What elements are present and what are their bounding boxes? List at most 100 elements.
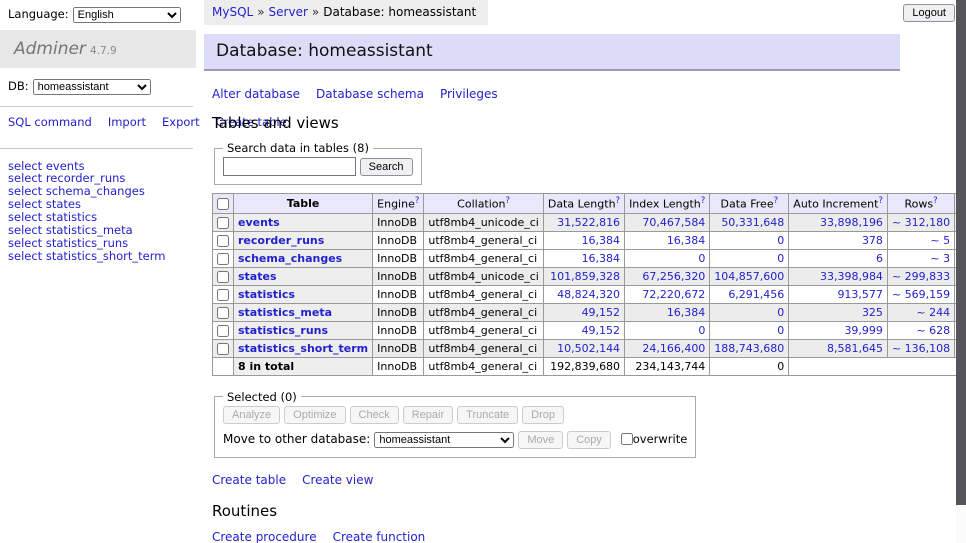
data-length-link[interactable]: 49,152 [582,306,621,319]
index-length-link[interactable]: 16,384 [667,306,706,319]
sidebar-select-statistics-runs[interactable]: select statistics_runs [8,237,200,250]
data-free-link[interactable]: 50,331,648 [721,216,784,229]
row-checkbox[interactable] [217,343,229,355]
data-length-link[interactable]: 31,522,816 [557,216,620,229]
rows-link[interactable]: ~ 628 [916,324,950,337]
help-link[interactable]: ? [701,196,706,206]
help-link[interactable]: ? [616,196,621,206]
index-length-link[interactable]: 0 [698,324,705,337]
rows-link[interactable]: ~ 136,108 [892,342,950,355]
auto-increment-link[interactable]: 33,398,984 [820,270,883,283]
row-checkbox[interactable] [217,325,229,337]
check-button[interactable]: Check [350,406,399,424]
table-name-link[interactable]: events [238,216,280,229]
search-input[interactable] [223,157,356,176]
table-name-link[interactable]: statistics_meta [238,306,332,319]
collation-cell: utf8mb4_general_ci [424,249,543,267]
rows-link[interactable]: ~ 244 [916,306,950,319]
row-checkbox[interactable] [217,307,229,319]
data-length-link[interactable]: 48,824,320 [557,288,620,301]
sidebar-action-import[interactable]: Import [108,115,146,129]
link-create-view[interactable]: Create view [302,473,373,487]
table-name-link[interactable]: schema_changes [238,252,342,265]
move-db-select[interactable]: homeassistant [374,432,514,448]
data-free-link[interactable]: 0 [777,252,784,265]
table-name-link[interactable]: statistics_runs [238,324,328,337]
row-checkbox[interactable] [217,271,229,283]
table-name-link[interactable]: recorder_runs [238,234,324,247]
link-alter-database[interactable]: Alter database [212,87,300,101]
data-free-link[interactable]: 188,743,680 [714,342,784,355]
data-length-link[interactable]: 49,152 [582,324,621,337]
data-free-link[interactable]: 0 [777,234,784,247]
move-button[interactable]: Move [518,431,563,449]
breadcrumb-server[interactable]: Server [269,5,308,19]
drop-button[interactable]: Drop [522,406,564,424]
analyze-button[interactable]: Analyze [223,406,280,424]
table-name-link[interactable]: states [238,270,277,283]
help-link[interactable]: ? [774,196,779,206]
language-select[interactable]: English [73,7,181,23]
rows-link[interactable]: ~ 299,833 [892,270,950,283]
auto-increment-link[interactable]: 39,999 [844,324,883,337]
data-length-link[interactable]: 101,859,328 [550,270,620,283]
db-select[interactable]: homeassistant [33,79,151,95]
rows-link[interactable]: ~ 569,159 [892,288,950,301]
index-length-link[interactable]: 24,166,400 [642,342,705,355]
index-length-cell: 16,384 [625,303,710,321]
help-link[interactable]: ? [878,196,883,206]
copy-button[interactable]: Copy [567,431,611,449]
overwrite-checkbox[interactable] [621,433,633,445]
auto-increment-link[interactable]: 378 [862,234,883,247]
truncate-button[interactable]: Truncate [457,406,518,424]
sidebar-action-sql-command[interactable]: SQL command [8,115,92,129]
sidebar-select-statistics-meta[interactable]: select statistics_meta [8,224,200,237]
auto-increment-link[interactable]: 913,577 [837,288,883,301]
index-length-link[interactable]: 16,384 [667,234,706,247]
data-free-link[interactable]: 104,857,600 [714,270,784,283]
row-checkbox[interactable] [217,253,229,265]
repair-button[interactable]: Repair [403,406,453,424]
row-checkbox[interactable] [217,217,229,229]
auto-increment-link[interactable]: 6 [876,252,883,265]
data-length-link[interactable]: 10,502,144 [557,342,620,355]
auto-increment-link[interactable]: 325 [862,306,883,319]
breadcrumb-mysql[interactable]: MySQL [212,5,253,19]
rows-link[interactable]: ~ 3 [930,252,950,265]
link-privileges[interactable]: Privileges [440,87,498,101]
auto-increment-link[interactable]: 33,898,196 [820,216,883,229]
data-free-link[interactable]: 0 [777,306,784,319]
row-checkbox[interactable] [217,235,229,247]
index-length-link[interactable]: 67,256,320 [642,270,705,283]
link-create-procedure[interactable]: Create procedure [212,530,317,543]
help-link[interactable]: ? [415,196,420,206]
data-length-link[interactable]: 16,384 [582,234,621,247]
sidebar-select-statistics-short-term[interactable]: select statistics_short_term [8,250,200,263]
data-length-link[interactable]: 16,384 [582,252,621,265]
select-all-checkbox[interactable] [217,198,229,210]
table-name-link[interactable]: statistics_short_term [238,342,368,355]
table-name-link[interactable]: statistics [238,288,295,301]
index-length-link[interactable]: 70,467,584 [642,216,705,229]
auto-increment-link[interactable]: 8,581,645 [827,342,883,355]
row-checkbox[interactable] [217,289,229,301]
search-button[interactable]: Search [360,158,413,176]
optimize-button[interactable]: Optimize [284,406,345,424]
link-create-function[interactable]: Create function [333,530,426,543]
link-database-schema[interactable]: Database schema [316,87,424,101]
logout-button[interactable]: Logout [903,4,955,22]
data-free-link[interactable]: 0 [777,324,784,337]
engine-cell: InnoDB [373,321,424,339]
help-link[interactable]: ? [506,196,511,206]
rows-link[interactable]: ~ 312,180 [892,216,950,229]
index-length-link[interactable]: 0 [698,252,705,265]
link-create-table[interactable]: Create table [212,473,286,487]
column-header-table: Table [234,194,373,214]
rows-link[interactable]: ~ 5 [930,234,950,247]
selected-fieldset: Selected (0) AnalyzeOptimizeCheckRepairT… [214,390,696,458]
sidebar-action-export[interactable]: Export [162,115,200,129]
scrollbar-thumb[interactable] [956,0,966,505]
index-length-link[interactable]: 72,220,672 [642,288,705,301]
data-free-link[interactable]: 6,291,456 [728,288,784,301]
help-link[interactable]: ? [933,196,938,206]
